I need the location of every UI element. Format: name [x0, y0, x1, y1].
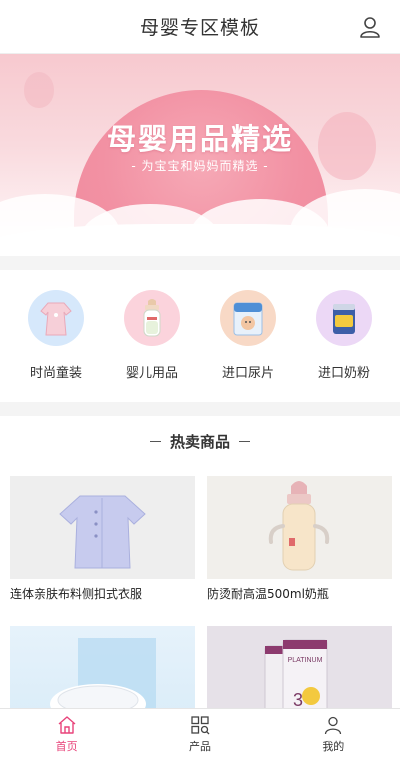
section-divider [0, 402, 400, 416]
product-image [207, 476, 392, 579]
page-title: 母婴专区模板 [139, 17, 260, 39]
product-card[interactable]: 连体亲肤布料侧扣式衣服 [10, 476, 195, 612]
diaper-pack-icon [220, 290, 276, 346]
section-title: 热卖商品 [169, 432, 230, 451]
baby-bottle-icon [124, 290, 180, 346]
tab-mine[interactable]: 我的 [267, 709, 400, 760]
product-title: 连体亲肤布料侧扣式衣服 [10, 587, 143, 601]
category-item-imported-milk-powder[interactable]: 进口奶粉 [301, 290, 387, 384]
milk-powder-icon [316, 290, 372, 346]
can-stage-number: 3 [293, 690, 303, 710]
category-label: 婴儿用品 [125, 366, 178, 381]
category-label: 进口尿片 [221, 366, 274, 381]
category-label: 进口奶粉 [317, 366, 370, 381]
category-label: 时尚童装 [29, 366, 82, 381]
product-image [10, 476, 195, 579]
tab-label: 产品 [188, 740, 211, 753]
baby-dress-icon [28, 290, 84, 346]
tab-label: 我的 [322, 740, 345, 753]
home-icon [58, 716, 76, 734]
balloon-decoration [24, 72, 54, 108]
bottom-tab-bar: 首页 产品 我的 [0, 708, 400, 760]
promo-banner[interactable]: 母婴用品精选 - 为宝宝和妈妈而精选 - [0, 54, 400, 256]
tab-home[interactable]: 首页 [0, 709, 133, 760]
title-dash-left [149, 440, 161, 442]
user-icon [325, 716, 342, 735]
can-brand-text: PLATINUM [288, 657, 323, 664]
hot-products-header: 热卖商品 [0, 416, 400, 466]
section-divider [0, 256, 400, 270]
tab-products[interactable]: 产品 [133, 709, 266, 760]
title-dash-right [239, 440, 250, 442]
user-profile-button[interactable] [358, 15, 382, 39]
tab-label: 首页 [55, 740, 78, 753]
product-title: 防烫耐高温500ml奶瓶 [207, 587, 329, 601]
product-card[interactable]: 防烫耐高温500ml奶瓶 [207, 476, 392, 612]
app-header: 母婴专区模板 [0, 0, 400, 54]
product-grid-icon [191, 716, 210, 735]
user-icon [360, 17, 380, 38]
category-item-fashion-kidswear[interactable]: 时尚童装 [13, 290, 99, 384]
category-item-imported-diapers[interactable]: 进口尿片 [205, 290, 291, 384]
banner-title: 母婴用品精选 [106, 122, 293, 156]
category-nav: 时尚童装 婴儿用品 进口尿片 进口奶粉 [0, 270, 400, 402]
category-item-baby-supplies[interactable]: 婴儿用品 [109, 290, 195, 384]
banner-subtitle: - 为宝宝和妈妈而精选 - [131, 159, 269, 173]
cloud-decoration [0, 224, 400, 256]
